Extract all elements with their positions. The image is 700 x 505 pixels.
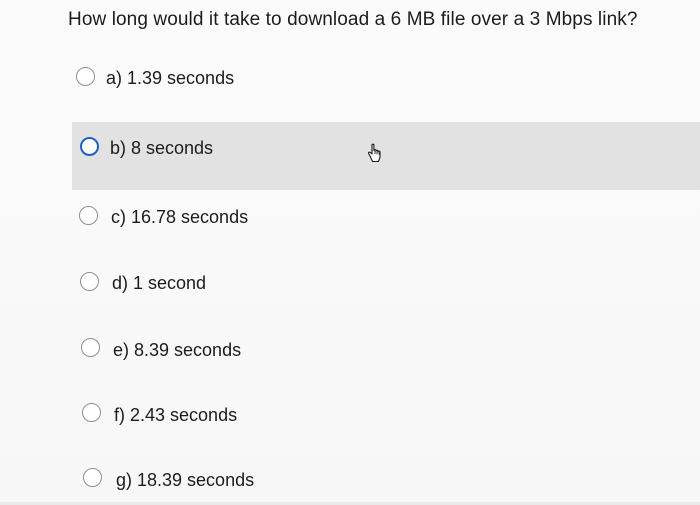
radio-button-a[interactable] — [76, 67, 95, 86]
option-f[interactable]: f) 2.43 seconds — [0, 396, 700, 436]
radio-button-b[interactable] — [80, 137, 99, 156]
option-g[interactable]: g) 18.39 seconds — [0, 461, 700, 501]
option-g-label: g) 18.39 seconds — [116, 470, 255, 490]
option-d-label: d) 1 second — [112, 273, 207, 293]
radio-button-g[interactable] — [83, 468, 102, 487]
option-a[interactable]: a) 1.39 seconds — [0, 58, 700, 98]
option-b-label: b) 8 seconds — [110, 138, 214, 158]
option-c[interactable]: c) 16.78 seconds — [0, 198, 700, 238]
option-f-label: f) 2.43 seconds — [114, 405, 238, 425]
question-text: How long would it take to download a 6 M… — [68, 9, 638, 30]
option-c-label: c) 16.78 seconds — [111, 207, 249, 227]
option-b[interactable]: b) 8 seconds — [72, 122, 700, 190]
option-a-label: a) 1.39 seconds — [106, 68, 235, 88]
option-e[interactable]: e) 8.39 seconds — [0, 331, 700, 371]
radio-button-e[interactable] — [81, 338, 100, 357]
radio-button-f[interactable] — [82, 403, 101, 422]
option-d[interactable]: d) 1 second — [0, 264, 700, 304]
radio-button-c[interactable] — [79, 206, 98, 225]
hand-pointer-icon — [367, 143, 381, 163]
option-e-label: e) 8.39 seconds — [113, 340, 242, 360]
quiz-page: How long would it take to download a 6 M… — [0, 0, 700, 505]
radio-button-d[interactable] — [80, 272, 99, 291]
